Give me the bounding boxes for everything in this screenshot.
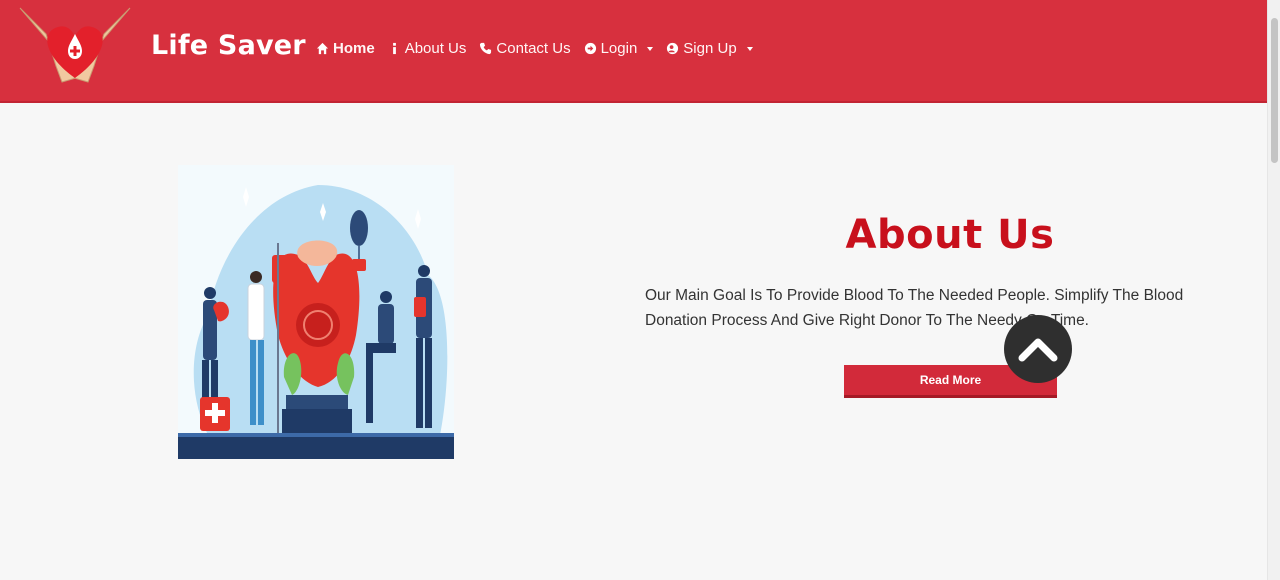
nav-signup-label: Sign Up: [683, 40, 737, 57]
chevron-down-icon: [647, 46, 654, 51]
about-title: About Us: [845, 212, 1055, 258]
nav-signup-dropdown[interactable]: Sign Up: [666, 40, 753, 57]
blood-donation-illustration: [178, 165, 454, 459]
back-to-top-button[interactable]: [1004, 315, 1072, 383]
sign-in-icon: [584, 42, 596, 55]
nav-about-label: About Us: [404, 40, 467, 57]
info-icon: [392, 42, 396, 55]
chevron-up-icon: [1018, 338, 1058, 362]
phone-icon: [480, 42, 492, 55]
home-icon: [316, 42, 329, 55]
brand-title[interactable]: Life Saver: [151, 30, 306, 61]
navbar: Life Saver Home About Us Contact Us Logi…: [0, 0, 1267, 103]
nav-contact[interactable]: Contact Us: [479, 40, 571, 57]
about-description: Our Main Goal Is To Provide Blood To The…: [645, 287, 1184, 329]
scrollbar[interactable]: [1267, 0, 1280, 580]
nav-contact-label: Contact Us: [496, 40, 571, 57]
nav-home-label: Home: [333, 40, 375, 57]
user-plus-icon: [667, 42, 679, 55]
main-nav: Home About Us Contact Us Login Sign Up: [316, 40, 753, 57]
nav-about[interactable]: About Us: [388, 40, 467, 57]
nav-login-dropdown[interactable]: Login: [584, 40, 654, 57]
nav-login-label: Login: [600, 40, 638, 57]
scrollbar-thumb[interactable]: [1271, 18, 1278, 163]
chevron-down-icon: [746, 46, 753, 51]
logo-heart-hands-icon[interactable]: [16, 4, 134, 84]
nav-home[interactable]: Home: [316, 40, 375, 57]
